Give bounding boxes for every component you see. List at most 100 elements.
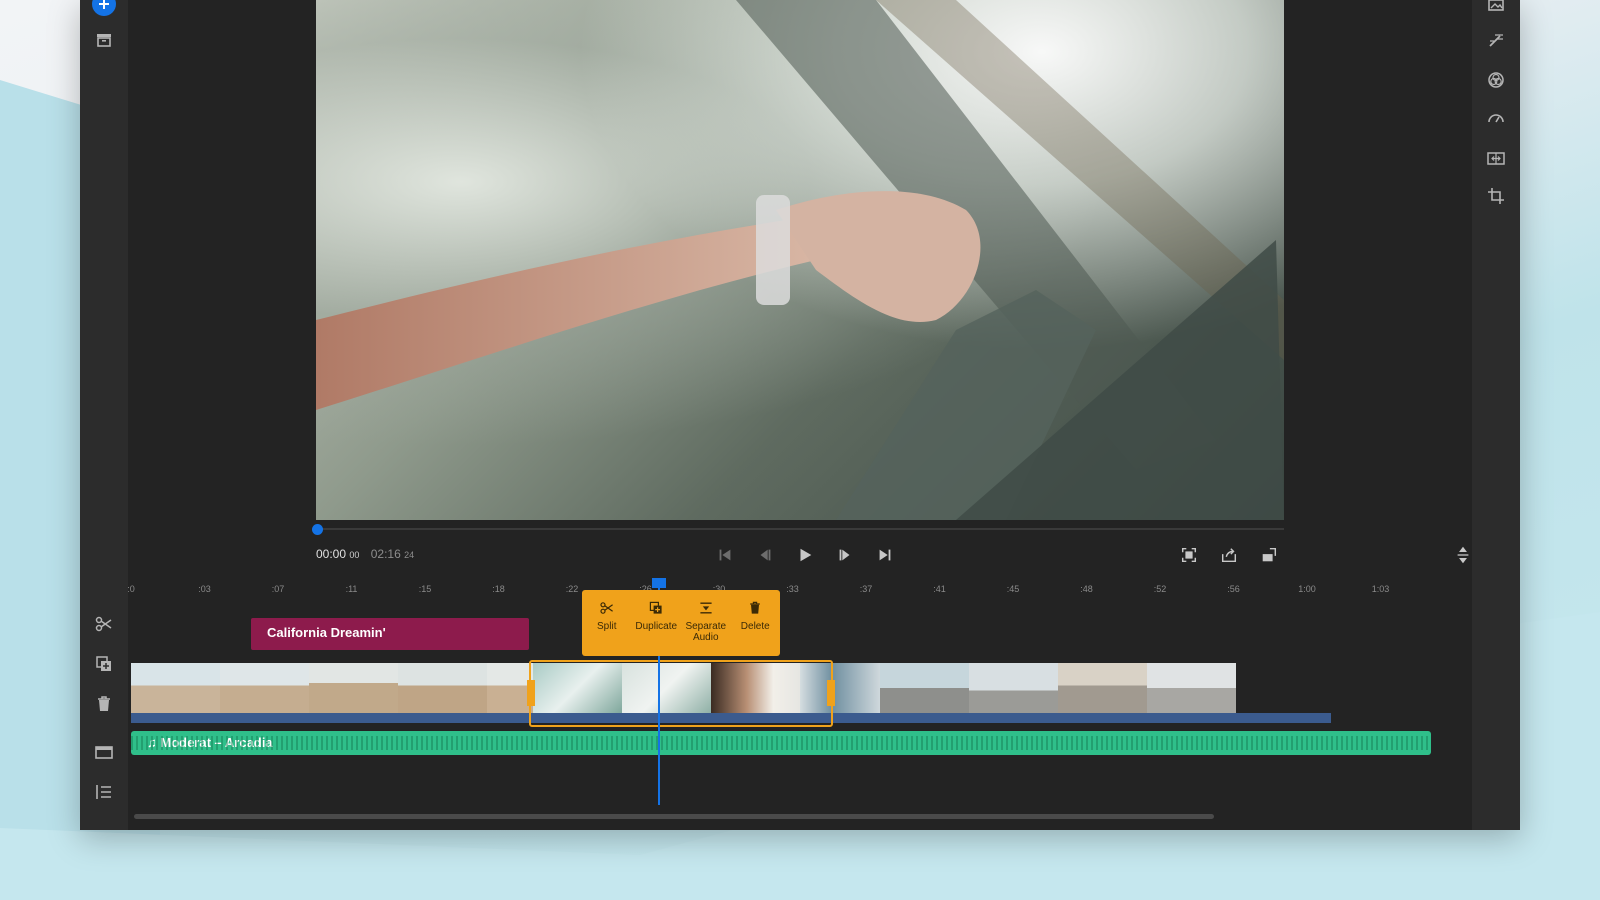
go-to-end-icon [879, 549, 891, 561]
duplicate-button[interactable]: Duplicate [632, 600, 680, 656]
ruler-tick: :03 [198, 584, 211, 594]
left-toolbar [80, 0, 128, 830]
image-tool-button[interactable] [1484, 0, 1508, 16]
audio-clip-label: ♫ Moderat – Arcadia [147, 735, 273, 750]
step-forward-button[interactable] [832, 544, 858, 566]
play-icon [800, 548, 812, 562]
transition-icon [1487, 152, 1505, 165]
ruler-tick: :45 [1006, 584, 1020, 594]
fit-screen-button[interactable] [1176, 544, 1202, 566]
timeline-vertical-scrollbar-2[interactable] [1500, 672, 1508, 816]
playhead-handle[interactable] [652, 578, 666, 588]
title-clip-label: California Dreamin' [267, 625, 386, 640]
ruler-tick: :18 [492, 584, 505, 594]
ruler-tick: :52 [1153, 584, 1167, 594]
layout-icon [95, 746, 113, 759]
duplicate-tool-button[interactable] [92, 652, 116, 676]
speed-button[interactable] [1484, 106, 1508, 130]
video-editor-window: 00:00 00 02:16 24:0:03:07:11:15:18… [80, 0, 1520, 830]
ruler-tick: :56 [1227, 584, 1240, 594]
ruler-tick: :33 [786, 584, 799, 594]
track-layout-button[interactable] [92, 740, 116, 764]
delete-label: Delete [740, 621, 770, 632]
video-preview[interactable] [316, 0, 1284, 520]
image-icon [1488, 0, 1504, 11]
ruler-tick: 1:03 [1371, 584, 1390, 594]
scissors-icon [95, 616, 112, 632]
effects-button[interactable] [1484, 28, 1508, 52]
transport-controls [712, 544, 898, 568]
clip-thumbnail [398, 663, 487, 713]
ruler-tick: :15 [418, 584, 432, 594]
transition-button[interactable] [1484, 146, 1508, 170]
ruler-tick: :07 [271, 584, 285, 594]
preview-frame-image [316, 0, 1284, 520]
go-to-start-button[interactable] [712, 544, 738, 566]
aspect-ratio-button[interactable] [1256, 544, 1282, 566]
current-time: 00:00 [316, 547, 347, 561]
scrubber-track[interactable] [316, 528, 1284, 530]
crop-button[interactable] [1484, 184, 1508, 208]
duplicate-label: Duplicate [635, 621, 678, 632]
media-bin-button[interactable] [92, 28, 116, 52]
clip-thumbnail [969, 663, 1058, 713]
trash-icon [750, 601, 761, 614]
ruler-tick: :41 [933, 584, 946, 594]
trash-icon [98, 696, 110, 711]
collapse-panel-icon [1457, 546, 1469, 564]
ruler-tick: :22 [565, 584, 579, 594]
step-back-button[interactable] [752, 544, 778, 566]
right-toolbar [1472, 0, 1520, 830]
go-to-start-icon [719, 549, 731, 561]
step-back-icon [760, 549, 771, 561]
scissors-icon [600, 602, 613, 614]
timecode-display: 00:00 00 02:16 24 [316, 547, 414, 561]
total-frames: 24 [404, 550, 415, 560]
view-tools [1176, 544, 1282, 566]
crop-icon [1488, 188, 1504, 204]
step-forward-icon [839, 549, 850, 561]
timeline-vertical-scrollbar[interactable] [1484, 672, 1492, 816]
total-time: 02:16 [370, 547, 401, 561]
ruler-tick: 1:00 [1298, 584, 1316, 594]
add-media-button[interactable] [92, 0, 116, 16]
fit-screen-icon [1181, 547, 1197, 563]
timeline-ruler[interactable]: :0:03:07:11:15:18:22:26:30:33:37:41:45:4… [127, 578, 1472, 598]
timeline-horizontal-scrollbar[interactable] [134, 814, 1214, 819]
duplicate-icon [650, 601, 662, 614]
track-list-button[interactable] [92, 780, 116, 804]
media-bin-icon [97, 34, 111, 47]
clip-thumbnail [309, 663, 398, 713]
split-label: Split [597, 621, 617, 632]
clip-thumbnail [220, 663, 309, 713]
split-tool-button[interactable] [92, 612, 116, 636]
ruler-tick: :48 [1080, 584, 1093, 594]
go-to-end-button[interactable] [872, 544, 898, 566]
separate-audio-button[interactable]: Separate Audio [682, 600, 730, 656]
trim-handle-left[interactable] [527, 680, 535, 706]
share-icon [1221, 548, 1237, 563]
delete-button[interactable]: Delete [731, 600, 779, 656]
share-button[interactable] [1216, 544, 1242, 566]
scrubber-handle[interactable] [312, 524, 323, 535]
split-button[interactable]: Split [583, 600, 631, 656]
color-button[interactable] [1484, 68, 1508, 92]
current-frames: 00 [349, 550, 360, 560]
title-clip[interactable]: California Dreamin' [251, 618, 529, 650]
delete-tool-button[interactable] [92, 692, 116, 716]
magic-wand-icon [1489, 34, 1503, 47]
add-icon [99, 0, 109, 9]
selected-clip-outline[interactable] [527, 660, 835, 727]
color-wheel-icon [1488, 72, 1504, 88]
clip-thumbnail [880, 663, 969, 713]
collapse-panel-button[interactable] [1450, 544, 1476, 566]
clip-thumbnail [1147, 663, 1236, 713]
separate-audio-icon [700, 602, 712, 614]
clip-context-menu: Split Duplicate Separate Audio Delete [582, 590, 780, 656]
list-icon [96, 785, 111, 799]
separate-audio-label: Separate Audio [685, 621, 727, 643]
ruler-tick: :0 [127, 584, 135, 594]
trim-handle-right[interactable] [827, 680, 835, 706]
play-button[interactable] [792, 544, 818, 566]
audio-clip[interactable]: ♫ Moderat – Arcadia [131, 731, 1431, 755]
